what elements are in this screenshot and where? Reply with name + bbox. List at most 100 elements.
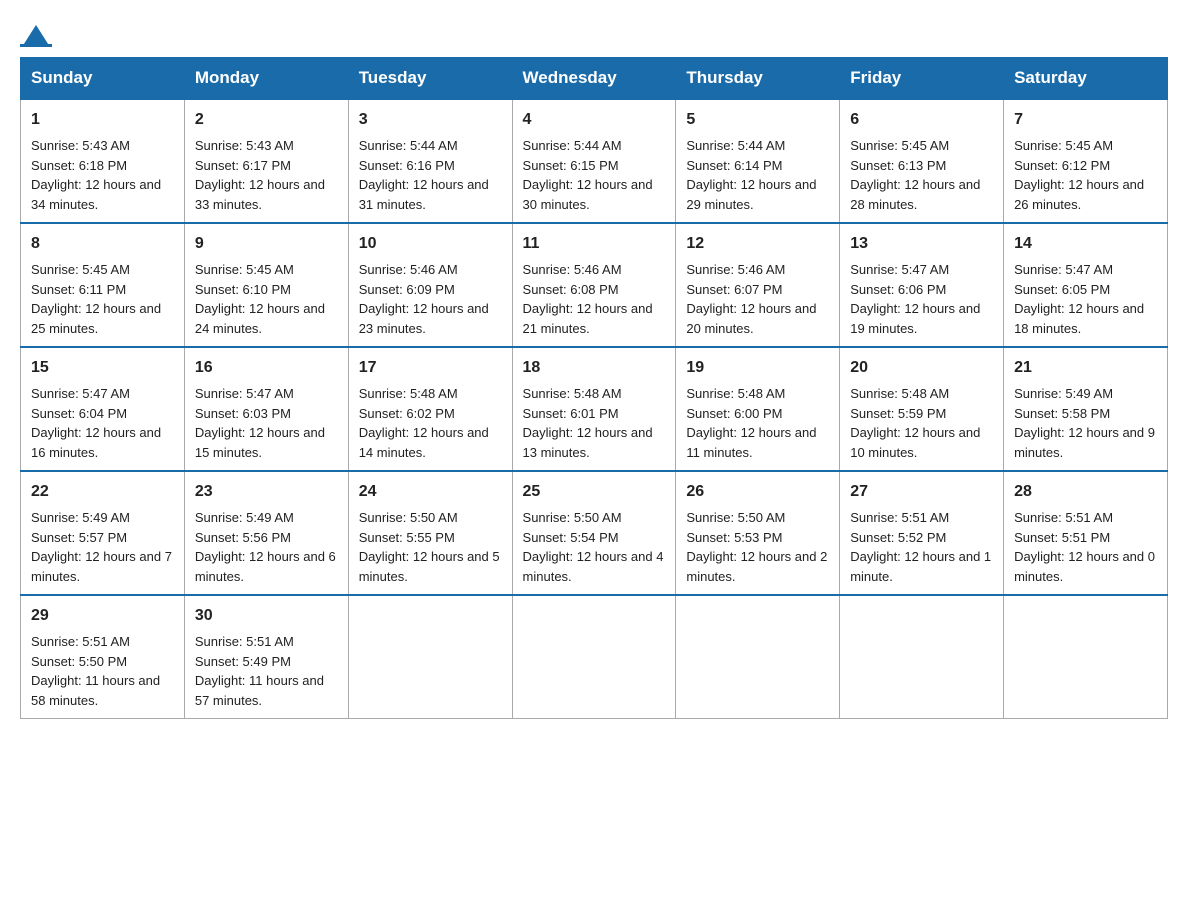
daylight-text: Daylight: 12 hours and 18 minutes.: [1014, 301, 1144, 336]
calendar-cell: [840, 595, 1004, 719]
sunrise-text: Sunrise: 5:48 AM: [686, 386, 785, 401]
sunrise-text: Sunrise: 5:48 AM: [359, 386, 458, 401]
calendar-cell: 22 Sunrise: 5:49 AM Sunset: 5:57 PM Dayligh…: [21, 471, 185, 595]
calendar-cell: 26Sunrise: 5:50 AMSunset: 5:53 PMDayligh…: [676, 471, 840, 595]
day-number: 23: [195, 480, 338, 504]
sunset-text: Sunset: 6:07 PM: [686, 282, 782, 297]
daylight-text: Daylight: 12 hours and 30 minutes.: [523, 177, 653, 212]
sunset-text: Sunset: 6:12 PM: [1014, 158, 1110, 173]
sunrise-text: Sunrise: 5:45 AM: [850, 138, 949, 153]
sunrise-text: Sunrise: 5:46 AM: [359, 262, 458, 277]
daylight-text: Daylight: 12 hours and 5 minutes.: [359, 549, 500, 584]
calendar-cell: 19Sunrise: 5:48 AMSunset: 6:00 PMDayligh…: [676, 347, 840, 471]
daylight-text: Daylight: 12 hours and 7 minutes.: [31, 549, 172, 584]
calendar-cell: 10Sunrise: 5:46 AMSunset: 6:09 PMDayligh…: [348, 223, 512, 347]
day-number: 7: [1014, 108, 1157, 132]
calendar-cell: 18Sunrise: 5:48 AMSunset: 6:01 PMDayligh…: [512, 347, 676, 471]
day-number: 3: [359, 108, 502, 132]
sunset-text: Sunset: 5:57 PM: [31, 530, 127, 545]
calendar-cell: 16Sunrise: 5:47 AMSunset: 6:03 PMDayligh…: [184, 347, 348, 471]
day-number: 13: [850, 232, 993, 256]
calendar-cell: [676, 595, 840, 719]
header-monday: Monday: [184, 58, 348, 100]
sunset-text: Sunset: 5:59 PM: [850, 406, 946, 421]
day-number: 27: [850, 480, 993, 504]
calendar-cell: 25Sunrise: 5:50 AMSunset: 5:54 PMDayligh…: [512, 471, 676, 595]
sunset-text: Sunset: 6:17 PM: [195, 158, 291, 173]
sunrise-text: Sunrise: 5:49 AM: [31, 510, 130, 525]
calendar-cell: 4Sunrise: 5:44 AMSunset: 6:15 PMDaylight…: [512, 99, 676, 223]
sunset-text: Sunset: 5:49 PM: [195, 654, 291, 669]
sunset-text: Sunset: 5:55 PM: [359, 530, 455, 545]
calendar-cell: 28Sunrise: 5:51 AMSunset: 5:51 PMDayligh…: [1004, 471, 1168, 595]
calendar-cell: 30Sunrise: 5:51 AMSunset: 5:49 PMDayligh…: [184, 595, 348, 719]
header-saturday: Saturday: [1004, 58, 1168, 100]
calendar-cell: 12Sunrise: 5:46 AMSunset: 6:07 PMDayligh…: [676, 223, 840, 347]
day-number: 10: [359, 232, 502, 256]
day-number: 9: [195, 232, 338, 256]
day-number: 25: [523, 480, 666, 504]
calendar-cell: 9Sunrise: 5:45 AMSunset: 6:10 PMDaylight…: [184, 223, 348, 347]
daylight-text: Daylight: 12 hours and 0 minutes.: [1014, 549, 1155, 584]
calendar-header-row: SundayMondayTuesdayWednesdayThursdayFrid…: [21, 58, 1168, 100]
sunset-text: Sunset: 5:53 PM: [686, 530, 782, 545]
daylight-text: Daylight: 12 hours and 15 minutes.: [195, 425, 325, 460]
calendar-cell: 24 Sunrise: 5:50 AM Sunset: 5:55 PM Dayligh…: [348, 471, 512, 595]
calendar-cell: 23Sunrise: 5:49 AMSunset: 5:56 PMDayligh…: [184, 471, 348, 595]
sunset-text: Sunset: 6:10 PM: [195, 282, 291, 297]
sunset-text: Sunset: 6:11 PM: [31, 282, 126, 297]
sunset-text: Sunset: 5:56 PM: [195, 530, 291, 545]
sunset-text: Sunset: 6:09 PM: [359, 282, 455, 297]
sunrise-text: Sunrise: 5:44 AM: [686, 138, 785, 153]
daylight-text: Daylight: 12 hours and 16 minutes.: [31, 425, 161, 460]
sunrise-text: Sunrise: 5:49 AM: [1014, 386, 1113, 401]
calendar-cell: 3Sunrise: 5:44 AMSunset: 6:16 PMDaylight…: [348, 99, 512, 223]
day-number: 21: [1014, 356, 1157, 380]
day-number: 14: [1014, 232, 1157, 256]
day-number: 24: [359, 480, 502, 504]
daylight-text: Daylight: 12 hours and 28 minutes.: [850, 177, 980, 212]
sunset-text: Sunset: 6:02 PM: [359, 406, 455, 421]
day-number: 29: [31, 604, 174, 628]
calendar-week-row: 1 Sunrise: 5:43 AM Sunset: 6:18 PM Daylight…: [21, 99, 1168, 223]
calendar-cell: [348, 595, 512, 719]
logo-underline: [20, 44, 52, 47]
sunset-text: Sunset: 6:08 PM: [523, 282, 619, 297]
daylight-text: Daylight: 11 hours and 57 minutes.: [195, 673, 324, 708]
sunrise-text: Sunrise: 5:47 AM: [31, 386, 130, 401]
calendar-cell: 5Sunrise: 5:44 AMSunset: 6:14 PMDaylight…: [676, 99, 840, 223]
sunrise-text: Sunrise: 5:43 AM: [31, 138, 130, 153]
daylight-text: Daylight: 12 hours and 34 minutes.: [31, 177, 161, 212]
calendar-cell: 27Sunrise: 5:51 AMSunset: 5:52 PMDayligh…: [840, 471, 1004, 595]
sunrise-text: Sunrise: 5:50 AM: [359, 510, 458, 525]
sunrise-text: Sunrise: 5:50 AM: [686, 510, 785, 525]
calendar-week-row: 29Sunrise: 5:51 AMSunset: 5:50 PMDayligh…: [21, 595, 1168, 719]
calendar-cell: 1 Sunrise: 5:43 AM Sunset: 6:18 PM Daylight…: [21, 99, 185, 223]
sunrise-text: Sunrise: 5:46 AM: [686, 262, 785, 277]
day-number: 17: [359, 356, 502, 380]
sunrise-text: Sunrise: 5:45 AM: [195, 262, 294, 277]
header-thursday: Thursday: [676, 58, 840, 100]
day-number: 22: [31, 480, 174, 504]
logo: [20, 20, 52, 47]
sunset-text: Sunset: 5:54 PM: [523, 530, 619, 545]
daylight-text: Daylight: 12 hours and 13 minutes.: [523, 425, 653, 460]
calendar-cell: 29Sunrise: 5:51 AMSunset: 5:50 PMDayligh…: [21, 595, 185, 719]
calendar-cell: 6Sunrise: 5:45 AMSunset: 6:13 PMDaylight…: [840, 99, 1004, 223]
day-number: 1: [31, 108, 174, 132]
daylight-text: Daylight: 12 hours and 33 minutes.: [195, 177, 325, 212]
daylight-text: Daylight: 12 hours and 31 minutes.: [359, 177, 489, 212]
sunrise-text: Sunrise: 5:43 AM: [195, 138, 294, 153]
header-wednesday: Wednesday: [512, 58, 676, 100]
sunset-text: Sunset: 6:18 PM: [31, 158, 127, 173]
calendar-table: SundayMondayTuesdayWednesdayThursdayFrid…: [20, 57, 1168, 719]
sunrise-text: Sunrise: 5:47 AM: [1014, 262, 1113, 277]
sunrise-text: Sunrise: 5:49 AM: [195, 510, 294, 525]
calendar-cell: 21Sunrise: 5:49 AMSunset: 5:58 PMDayligh…: [1004, 347, 1168, 471]
sunset-text: Sunset: 5:52 PM: [850, 530, 946, 545]
daylight-text: Daylight: 11 hours and 58 minutes.: [31, 673, 160, 708]
sunset-text: Sunset: 5:58 PM: [1014, 406, 1110, 421]
daylight-text: Daylight: 12 hours and 26 minutes.: [1014, 177, 1144, 212]
page-header: [20, 20, 1168, 47]
sunset-text: Sunset: 6:03 PM: [195, 406, 291, 421]
